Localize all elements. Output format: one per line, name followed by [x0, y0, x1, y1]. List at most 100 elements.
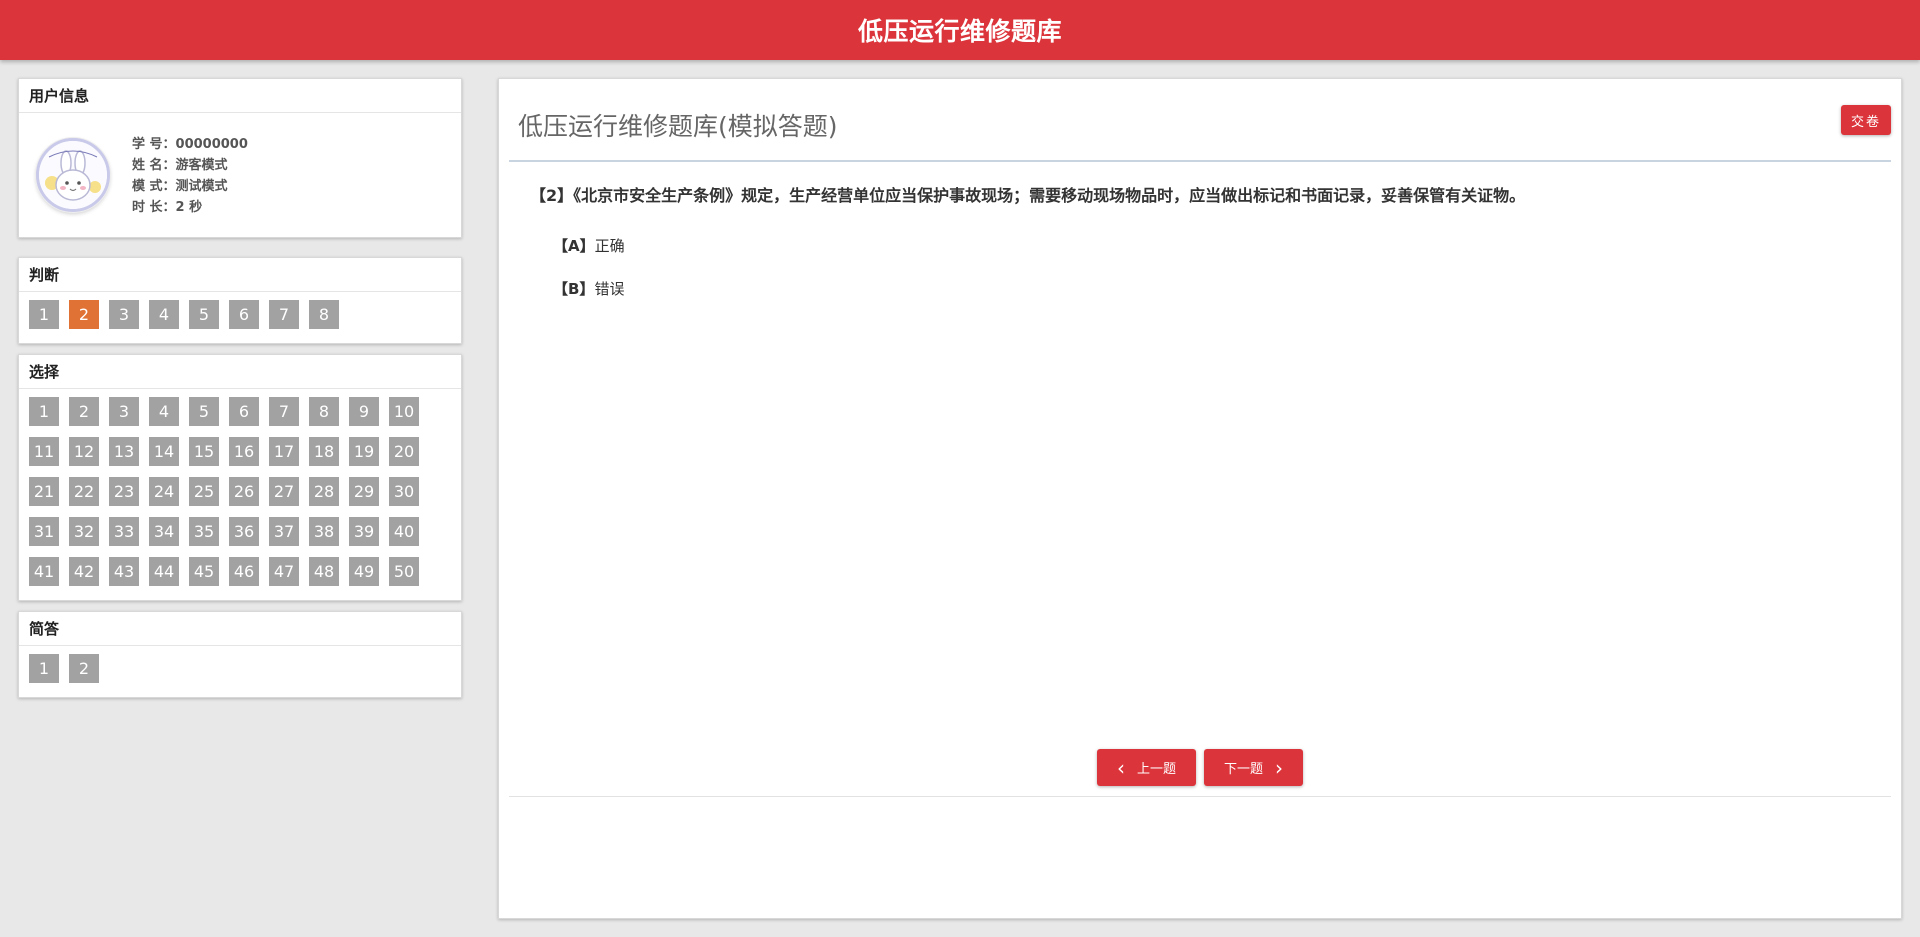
option-a[interactable]: 【A】正确 — [553, 235, 625, 256]
choice-question-button[interactable]: 44 — [149, 557, 179, 586]
short-question-button[interactable]: 1 — [29, 654, 59, 683]
choice-question-button[interactable]: 8 — [309, 397, 339, 426]
choice-question-button[interactable]: 43 — [109, 557, 139, 586]
choice-question-button[interactable]: 25 — [189, 477, 219, 506]
choice-question-button[interactable]: 40 — [389, 517, 419, 546]
choice-question-button[interactable]: 20 — [389, 437, 419, 466]
judge-question-button[interactable]: 1 — [29, 300, 59, 329]
judge-question-button[interactable]: 2 — [69, 300, 99, 329]
choice-question-button[interactable]: 12 — [69, 437, 99, 466]
judge-panel: 判断 12345678 — [18, 257, 462, 344]
short-question-button[interactable]: 2 — [69, 654, 99, 683]
choice-question-button[interactable]: 49 — [349, 557, 379, 586]
judge-question-button[interactable]: 5 — [189, 300, 219, 329]
choice-question-button[interactable]: 7 — [269, 397, 299, 426]
option-b[interactable]: 【B】错误 — [553, 278, 624, 299]
choice-question-button[interactable]: 6 — [229, 397, 259, 426]
next-question-button[interactable]: 下一题 › — [1204, 749, 1303, 786]
choice-question-button[interactable]: 28 — [309, 477, 339, 506]
choice-question-button[interactable]: 13 — [109, 437, 139, 466]
choice-question-button[interactable]: 36 — [229, 517, 259, 546]
user-info-header: 用户信息 — [19, 79, 461, 113]
next-label: 下一题 — [1223, 762, 1263, 777]
mode-row: 模 式：测试模式 — [132, 179, 228, 194]
choice-question-button[interactable]: 29 — [349, 477, 379, 506]
bunny-avatar-icon — [39, 141, 107, 209]
divider — [509, 160, 1891, 162]
choice-question-button[interactable]: 48 — [309, 557, 339, 586]
divider — [509, 796, 1891, 797]
short-answer-question-grid: 12 — [19, 646, 439, 694]
choice-question-button[interactable]: 4 — [149, 397, 179, 426]
choice-question-button[interactable]: 46 — [229, 557, 259, 586]
choice-question-button[interactable]: 11 — [29, 437, 59, 466]
choice-question-button[interactable]: 14 — [149, 437, 179, 466]
choice-question-button[interactable]: 9 — [349, 397, 379, 426]
choice-question-button[interactable]: 31 — [29, 517, 59, 546]
choice-question-button[interactable]: 16 — [229, 437, 259, 466]
choice-question-button[interactable]: 35 — [189, 517, 219, 546]
name-value: 游客模式 — [175, 158, 228, 173]
choice-question-button[interactable]: 22 — [69, 477, 99, 506]
option-a-key: 【A】 — [553, 237, 595, 255]
mode-value: 测试模式 — [175, 179, 228, 194]
avatar — [36, 138, 110, 212]
question-area: 低压运行维修题库(模拟答题) 交卷 【2】《北京市安全生产条例》规定，生产经营单… — [498, 78, 1902, 919]
duration-value: 2 秒 — [175, 200, 203, 215]
student-id-row: 学 号：00000000 — [132, 137, 248, 152]
choice-question-button[interactable]: 38 — [309, 517, 339, 546]
choice-question-button[interactable]: 5 — [189, 397, 219, 426]
choice-question-button[interactable]: 45 — [189, 557, 219, 586]
choice-question-button[interactable]: 21 — [29, 477, 59, 506]
option-b-key: 【B】 — [553, 280, 595, 298]
short-answer-header: 简答 — [19, 612, 461, 646]
judge-question-button[interactable]: 6 — [229, 300, 259, 329]
student-id-value: 00000000 — [175, 137, 248, 152]
choice-question-button[interactable]: 1 — [29, 397, 59, 426]
choice-question-button[interactable]: 26 — [229, 477, 259, 506]
judge-question-button[interactable]: 4 — [149, 300, 179, 329]
choice-question-button[interactable]: 17 — [269, 437, 299, 466]
judge-question-button[interactable]: 7 — [269, 300, 299, 329]
choice-question-button[interactable]: 27 — [269, 477, 299, 506]
option-a-text: 正确 — [594, 237, 625, 255]
choice-question-button[interactable]: 18 — [309, 437, 339, 466]
option-b-text: 错误 — [594, 280, 625, 298]
top-bar: 低压运行维修题库 — [0, 0, 1920, 60]
choice-question-button[interactable]: 50 — [389, 557, 419, 586]
judge-question-button[interactable]: 3 — [109, 300, 139, 329]
choice-question-button[interactable]: 42 — [69, 557, 99, 586]
choice-question-button[interactable]: 24 — [149, 477, 179, 506]
choice-question-button[interactable]: 3 — [109, 397, 139, 426]
choice-question-button[interactable]: 30 — [389, 477, 419, 506]
short-answer-panel: 简答 12 — [18, 611, 462, 698]
judge-question-grid: 12345678 — [19, 292, 439, 340]
submit-exam-button[interactable]: 交卷 — [1841, 105, 1891, 135]
choice-question-button[interactable]: 2 — [69, 397, 99, 426]
judge-question-button[interactable]: 8 — [309, 300, 339, 329]
user-info-list: 学 号：00000000 姓 名：游客模式 模 式：测试模式 时 长：2 秒 — [132, 134, 248, 218]
app-title: 低压运行维修题库 — [857, 17, 1062, 46]
choice-question-button[interactable]: 37 — [269, 517, 299, 546]
chevron-right-icon: › — [1275, 755, 1283, 780]
choice-question-button[interactable]: 19 — [349, 437, 379, 466]
choice-question-button[interactable]: 10 — [389, 397, 419, 426]
chevron-left-icon: ‹ — [1116, 755, 1125, 780]
choice-question-grid: 1 2 3 4 5 6 7 8 9 10 11 12 13 14 15 16 17 18 19 20 21 22 23 24 2… — [19, 389, 439, 597]
choice-header: 选择 — [19, 355, 461, 389]
choice-question-button[interactable]: 41 — [29, 557, 59, 586]
choice-question-button[interactable]: 47 — [269, 557, 299, 586]
choice-question-button[interactable]: 15 — [189, 437, 219, 466]
choice-question-button[interactable]: 32 — [69, 517, 99, 546]
question-text: 【2】《北京市安全生产条例》规定，生产经营单位应当保护事故现场；需要移动现场物品… — [530, 186, 1526, 205]
choice-question-button[interactable]: 34 — [149, 517, 179, 546]
choice-panel: 选择 1 2 3 4 5 6 7 8 9 10 11 12 13 14 15 16 17 18 19 20 21 22 23… — [18, 354, 462, 601]
judge-header: 判断 — [19, 258, 461, 292]
previous-question-button[interactable]: ‹ 上一题 — [1097, 749, 1196, 786]
name-row: 姓 名：游客模式 — [132, 158, 228, 173]
choice-question-button[interactable]: 39 — [349, 517, 379, 546]
previous-label: 上一题 — [1136, 762, 1176, 777]
duration-row: 时 长：2 秒 — [132, 200, 203, 215]
choice-question-button[interactable]: 23 — [109, 477, 139, 506]
choice-question-button[interactable]: 33 — [109, 517, 139, 546]
